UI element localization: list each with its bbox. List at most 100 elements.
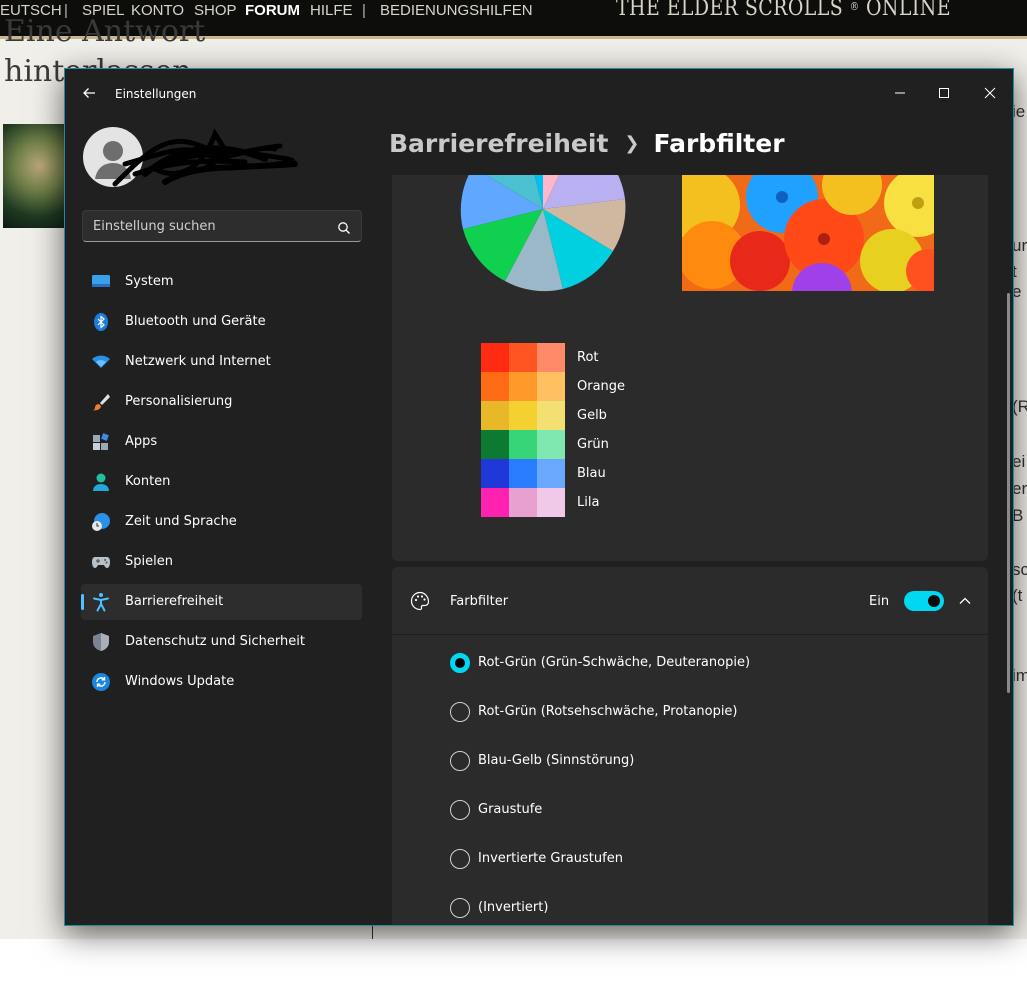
swatch-label: Lila [577,495,600,510]
swatch [537,343,565,372]
accessibility-icon [91,592,111,612]
swatch [537,430,565,459]
breadcrumb-parent[interactable]: Barrierefreiheit [389,129,608,158]
shield-icon [91,632,111,652]
content-area: Rot Orange Gelb Grün Blau Lila Farbfilte… [392,175,988,925]
swatch [509,401,537,430]
forum-avatar-image [3,124,65,228]
person-icon [91,472,111,492]
selection-indicator [81,594,84,610]
radio-button[interactable] [450,849,470,869]
brush-icon [91,392,111,412]
sidebar-item-accessibility[interactable]: Barrierefreiheit [81,584,362,620]
sidebar-item-label: Bluetooth und Geräte [125,314,266,329]
swatch [509,372,537,401]
search-input[interactable]: Einstellung suchen [82,210,362,242]
color-filter-card: Farbfilter Ein Rot-Grün (Grün-Schwäche, … [392,567,988,925]
swatch [481,401,509,430]
maximize-icon[interactable] [921,77,967,109]
sidebar-item-time-language[interactable]: Zeit und Sprache [81,504,362,540]
sidebar-item-label: Datenschutz und Sicherheit [125,634,305,649]
sidebar-item-privacy[interactable]: Datenschutz und Sicherheit [81,624,362,660]
apps-icon [91,432,111,452]
palette-icon [410,591,430,611]
sidebar-item-label: Netzwerk und Internet [125,354,271,369]
update-icon [91,672,111,692]
swatch-label: Orange [577,379,626,394]
site-logo[interactable]: THE ELDER SCROLLS ® ONLINE [616,0,951,21]
sidebar-item-label: Barrierefreiheit [125,594,224,609]
swatch [537,372,565,401]
radio-button[interactable] [450,898,470,918]
sidebar-item-label: Personalisierung [125,394,233,409]
filter-option-label: Rot-Grün (Grün-Schwäche, Deuteranopie) [478,655,751,670]
color-preview-card: Rot Orange Gelb Grün Blau Lila [392,175,988,561]
title-bar: Einstellungen [65,69,1013,117]
swatch-row: Grün [481,430,625,459]
chevron-right-icon: ❯ [624,133,640,154]
search-icon[interactable] [337,220,351,234]
toggle-knob [928,595,940,607]
filter-option-label: Invertierte Graustufen [478,851,623,866]
sidebar-item-apps[interactable]: Apps [81,424,362,460]
text-fragment: er [1012,479,1027,498]
sidebar-item-label: Spielen [125,554,173,569]
search-placeholder: Einstellung suchen [93,219,216,234]
swatch [481,430,509,459]
text-fragment: ur [1012,236,1027,255]
close-icon[interactable] [967,77,1013,109]
sidebar-item-gaming[interactable]: Spielen [81,544,362,580]
swatch-label: Gelb [577,408,607,423]
sidebar-item-network[interactable]: Netzwerk und Internet [81,344,362,380]
arrow-left-icon[interactable] [81,85,97,101]
swatch-row: Gelb [481,401,625,430]
sidebar-item-system[interactable]: System [81,264,362,300]
color-filter-toggle[interactable] [904,591,944,611]
color-filter-header[interactable]: Farbfilter Ein [392,567,988,635]
window-title: Einstellungen [115,87,197,101]
divider [372,925,373,939]
sidebar-item-bluetooth[interactable]: Bluetooth und Geräte [81,304,362,340]
sidebar-item-label: Zeit und Sprache [125,514,237,529]
swatch [509,430,537,459]
text-fragment: sc [1012,560,1027,579]
swatch [537,459,565,488]
swatch-row: Orange [481,372,625,401]
swatch [481,488,509,517]
sidebar-item-label: Windows Update [125,674,235,689]
nav-link-forum[interactable]: FORUM [245,2,300,19]
gamepad-icon [91,552,111,572]
swatch [537,401,565,430]
sidebar-nav: System Bluetooth und Geräte Netzwerk und… [81,264,362,704]
swatch-label: Rot [577,350,599,365]
chevron-up-icon[interactable] [957,593,973,609]
sidebar-item-accounts[interactable]: Konten [81,464,362,500]
monitor-icon [91,272,111,292]
text-fragment: im [1012,666,1027,685]
sidebar-item-personalization[interactable]: Personalisierung [81,384,362,420]
preview-photo [682,175,934,291]
swatch [509,459,537,488]
radio-button[interactable] [450,800,470,820]
filter-option-label: (Invertiert) [478,900,549,915]
nav-link-hilfe[interactable]: HILFE [310,2,353,19]
settings-window: Einstellungen Einstellung suchen System [64,68,1014,926]
text-fragment: t e [1012,262,1022,301]
filter-option-label: Graustufe [478,802,543,817]
breadcrumb: Barrierefreiheit ❯ Farbfilter [389,129,785,158]
radio-button[interactable] [450,653,470,673]
page-heading-line1: Eine Antwort [4,14,206,49]
radio-button[interactable] [450,751,470,771]
redacted-name-scribble [112,128,298,187]
filter-option-label: Rot-Grün (Rotsehschwäche, Protanopie) [478,704,738,719]
toggle-state-label: Ein [869,594,890,609]
scrollbar[interactable] [1007,293,1010,693]
sidebar-item-windows-update[interactable]: Windows Update [81,664,362,700]
swatch-label: Blau [577,466,606,481]
bluetooth-icon [91,312,111,332]
sidebar-item-label: System [125,274,174,289]
nav-link-bedienungshilfen[interactable]: BEDIENUNGSHILFEN [380,2,533,19]
minimize-icon[interactable] [877,77,923,109]
radio-button[interactable] [450,702,470,722]
swatch-row: Lila [481,488,625,517]
